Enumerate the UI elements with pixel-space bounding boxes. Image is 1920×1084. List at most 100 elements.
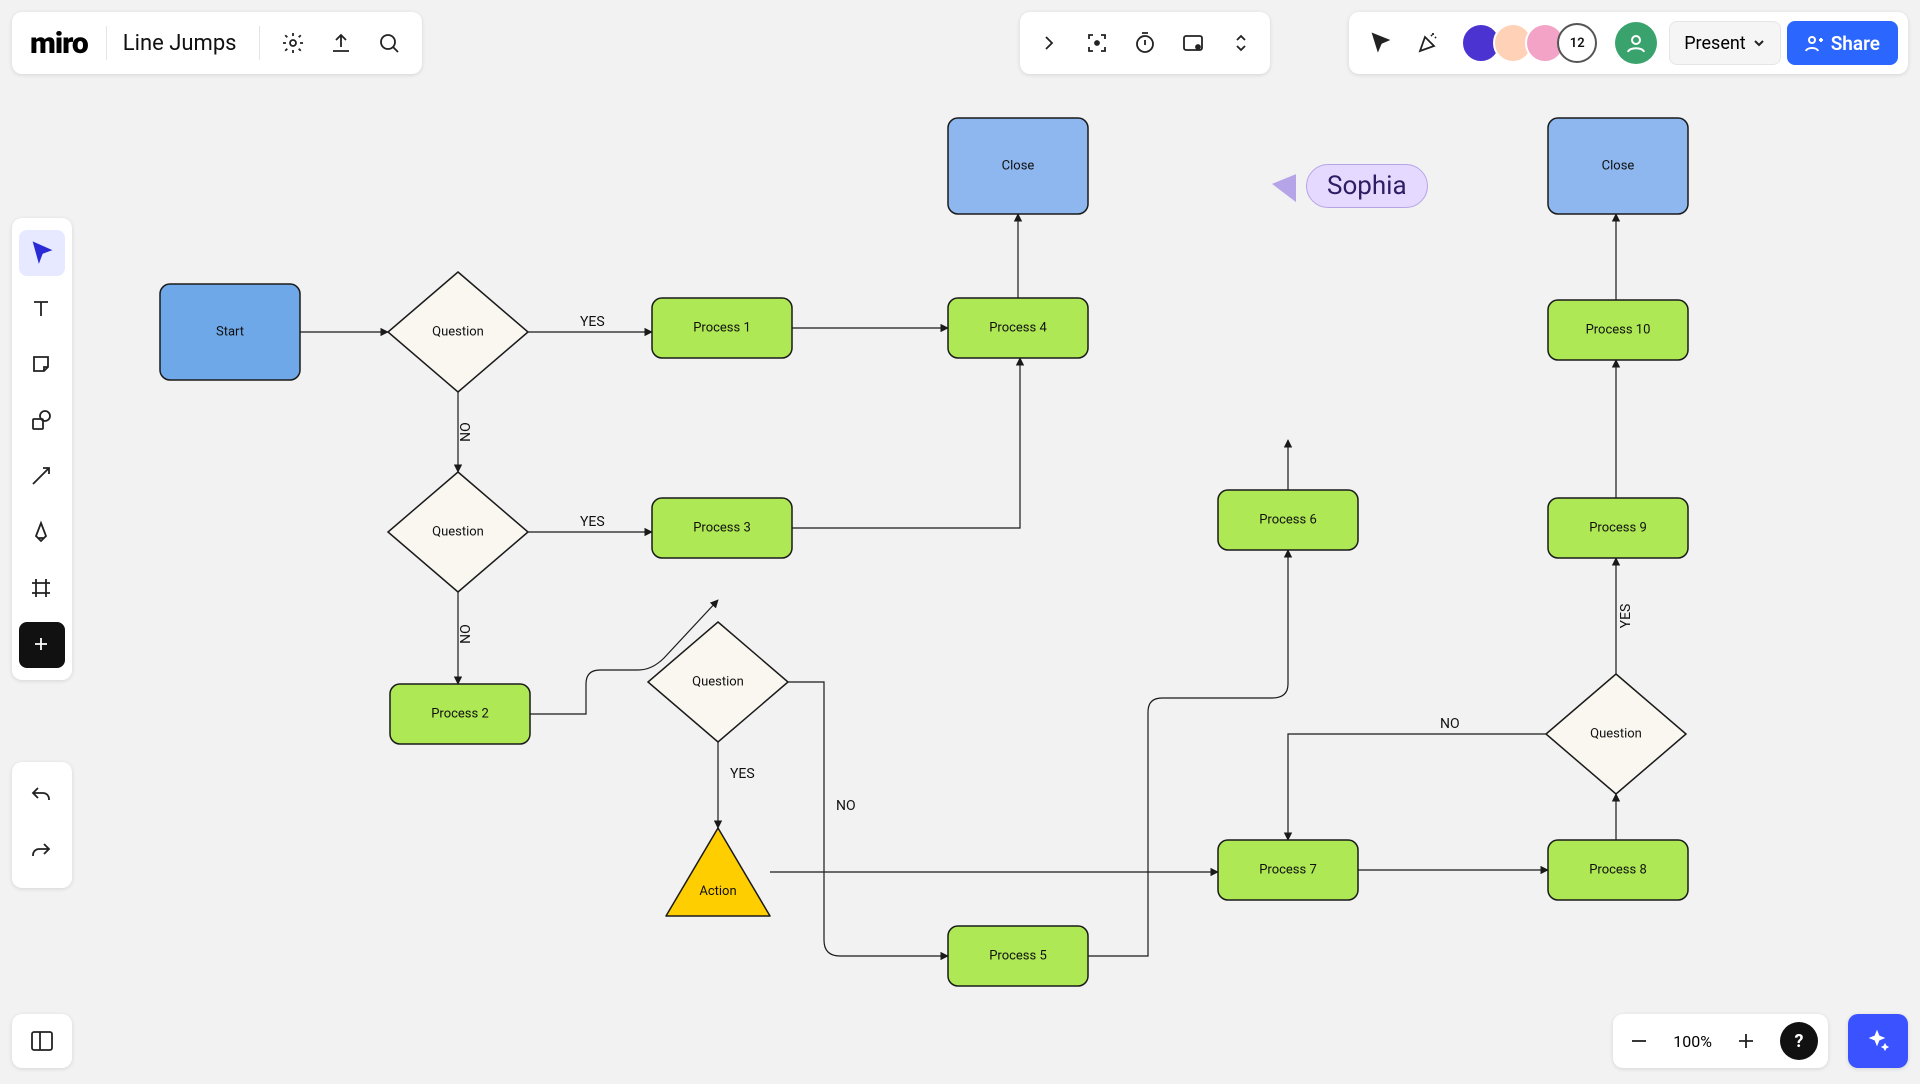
undo-icon	[29, 784, 55, 810]
edge-label: YES	[730, 766, 755, 782]
node-label: Process 6	[1259, 512, 1317, 527]
pointer-icon	[29, 240, 55, 266]
expand-button[interactable]	[1028, 22, 1070, 64]
present-button[interactable]: Present	[1669, 21, 1781, 65]
separator	[106, 26, 107, 60]
party-icon	[1416, 31, 1440, 55]
sparkle-icon	[1865, 1028, 1891, 1054]
edge-label: NO	[836, 798, 856, 814]
edge-label: NO	[1440, 716, 1460, 732]
pen-tool[interactable]	[19, 510, 65, 556]
edge-label: NO	[458, 624, 474, 644]
tool-rail	[12, 218, 72, 680]
ai-button[interactable]	[1848, 1014, 1908, 1068]
shape-tool[interactable]	[19, 398, 65, 444]
plus-icon	[1734, 1029, 1758, 1053]
remote-cursor-name: Sophia	[1306, 164, 1428, 208]
edge[interactable]	[1288, 734, 1546, 840]
node-label: Close	[1602, 158, 1635, 173]
node-action[interactable]	[666, 828, 770, 916]
search-button[interactable]	[368, 22, 410, 64]
remote-cursor: Sophia	[1272, 164, 1428, 208]
cursor-pointer-icon	[1272, 170, 1296, 202]
more-button[interactable]	[1220, 22, 1262, 64]
participant-count[interactable]: 12	[1557, 23, 1597, 63]
node-label: Process 5	[989, 948, 1047, 963]
shapes-icon	[29, 408, 55, 434]
node-label: Start	[216, 324, 244, 339]
chevron-right-icon	[1037, 31, 1061, 55]
sticky-tool[interactable]	[19, 342, 65, 388]
focus-button[interactable]	[1076, 22, 1118, 64]
help-button[interactable]: ?	[1780, 1022, 1818, 1060]
node-label: Process 3	[693, 520, 751, 535]
chevron-down-icon	[1752, 36, 1766, 50]
node-label: Process 9	[1589, 520, 1647, 535]
logo[interactable]: miro	[30, 26, 88, 61]
undo-rail	[12, 762, 72, 888]
node-label: Process 2	[431, 706, 489, 721]
select-tool[interactable]	[19, 230, 65, 276]
node-label: Question	[1590, 726, 1642, 741]
settings-button[interactable]	[272, 22, 314, 64]
node-label: Question	[692, 674, 744, 689]
export-button[interactable]	[320, 22, 362, 64]
frame-icon	[29, 576, 55, 602]
panels-button[interactable]	[12, 1014, 72, 1068]
top-left-toolbar: miro Line Jumps	[12, 12, 422, 74]
edge-label: YES	[1618, 604, 1634, 629]
frame-tool[interactable]	[19, 566, 65, 612]
node-label: Process 7	[1259, 862, 1317, 877]
node-label: Process 4	[989, 320, 1047, 335]
presenter-avatar[interactable]	[1615, 22, 1657, 64]
timer-button[interactable]	[1124, 22, 1166, 64]
edge-label: NO	[458, 422, 474, 442]
share-label: Share	[1831, 32, 1880, 55]
edge[interactable]	[788, 682, 948, 956]
top-right-toolbar: 12 Present Share	[1349, 12, 1908, 74]
edge-label: YES	[580, 514, 605, 530]
zoom-controls: 100% ?	[1613, 1014, 1828, 1068]
line-tool[interactable]	[19, 454, 65, 500]
cursor-button[interactable]	[1359, 22, 1401, 64]
pen-icon	[29, 520, 55, 546]
zoom-in-button[interactable]	[1730, 1025, 1762, 1057]
add-tool[interactable]	[19, 622, 65, 668]
person-plus-icon	[1805, 34, 1823, 52]
sticky-note-icon	[29, 352, 55, 378]
node-label: Question	[432, 524, 484, 539]
slide-button[interactable]	[1172, 22, 1214, 64]
plus-icon	[29, 632, 55, 658]
node-label: Process 10	[1586, 322, 1651, 337]
undo-button[interactable]	[19, 774, 65, 820]
participant-avatars[interactable]: 12	[1461, 23, 1597, 63]
edge-label: YES	[580, 314, 605, 330]
node-label: Process 8	[1589, 862, 1647, 877]
top-mid-toolbar	[1020, 12, 1270, 74]
reactions-button[interactable]	[1407, 22, 1449, 64]
cursor-icon	[1368, 31, 1392, 55]
text-icon	[29, 296, 55, 322]
focus-icon	[1085, 31, 1109, 55]
board-title[interactable]: Line Jumps	[123, 31, 237, 56]
gear-icon	[281, 31, 305, 55]
text-tool[interactable]	[19, 286, 65, 332]
redo-icon	[29, 840, 55, 866]
panels-icon	[29, 1028, 55, 1054]
node-label: Action	[699, 884, 736, 899]
share-button[interactable]: Share	[1787, 21, 1898, 65]
zoom-out-button[interactable]	[1623, 1025, 1655, 1057]
chevrons-icon	[1229, 31, 1253, 55]
present-label: Present	[1684, 33, 1746, 54]
redo-button[interactable]	[19, 830, 65, 876]
presentation-icon	[1181, 31, 1205, 55]
edge[interactable]	[792, 358, 1020, 528]
node-label: Process 1	[693, 320, 751, 335]
zoom-value[interactable]: 100%	[1673, 1032, 1712, 1051]
upload-icon	[329, 31, 353, 55]
arrow-icon	[29, 464, 55, 490]
user-icon	[1625, 32, 1647, 54]
separator	[259, 26, 260, 60]
canvas[interactable]: YES NO YES NO YES NO NO YES Start Question Questi…	[0, 0, 1920, 1080]
timer-icon	[1133, 31, 1157, 55]
